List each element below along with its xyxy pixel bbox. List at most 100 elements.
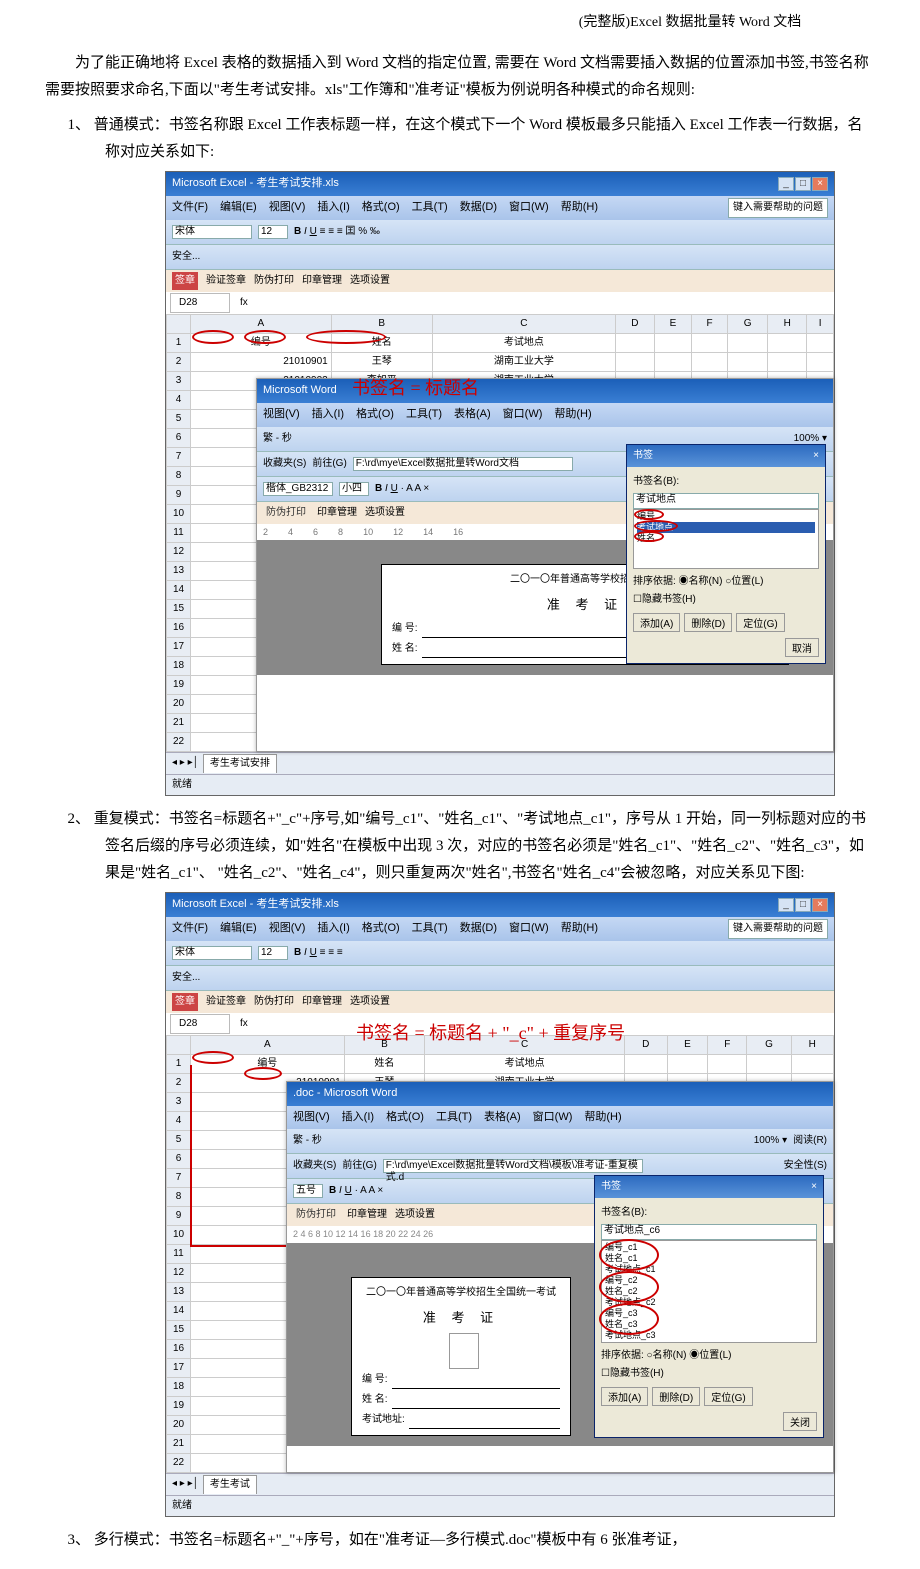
bm2-add[interactable]: 添加(A) <box>601 1387 648 1406</box>
m2-view[interactable]: 视图(V) <box>269 919 306 939</box>
bl1[interactable]: 姓名_c1 <box>605 1253 813 1264</box>
w2-sec[interactable]: 安全性(S) <box>784 1157 827 1175</box>
sig-stamp[interactable]: 签章 <box>172 272 198 290</box>
help2[interactable]: 键入需要帮助的问题 <box>728 919 828 939</box>
w1-sig1[interactable]: 防伪打印 <box>263 504 309 522</box>
s2-3[interactable]: 印章管理 <box>302 993 342 1011</box>
w1-format[interactable]: 格式(O) <box>356 405 394 425</box>
bm-list[interactable]: 编号 考试地点 姓名 <box>633 509 819 569</box>
c2-e[interactable]: E <box>667 1035 708 1054</box>
w2-i[interactable]: 插入(I) <box>342 1108 374 1128</box>
bm-i1[interactable]: 考试地点 <box>637 522 673 532</box>
bm2-hide[interactable]: 隐藏书签(H) <box>610 1368 664 1379</box>
w2-fav[interactable]: 收藏夹(S) <box>293 1157 336 1175</box>
minimize-button[interactable]: _ <box>778 177 794 191</box>
bm2-input[interactable]: 考试地点_c6 <box>601 1224 817 1240</box>
fs2[interactable]: 12 <box>258 946 288 960</box>
w1-fontsize[interactable]: 小四 <box>339 482 369 496</box>
col-b[interactable]: B <box>331 314 432 333</box>
col-i[interactable]: I <box>807 314 834 333</box>
m2-file[interactable]: 文件(F) <box>172 919 208 939</box>
sig-verify[interactable]: 验证签章 <box>206 272 246 290</box>
w1-window[interactable]: 窗口(W) <box>503 405 543 425</box>
m2-help[interactable]: 帮助(H) <box>561 919 598 939</box>
sig-print[interactable]: 防伪打印 <box>254 272 294 290</box>
bm-i2[interactable]: 姓名 <box>637 533 655 543</box>
bm-opt-name[interactable]: 名称(N) <box>689 576 723 587</box>
bm-cancel[interactable]: 取消 <box>785 638 819 657</box>
bm-add[interactable]: 添加(A) <box>633 613 680 632</box>
bm-hide[interactable]: 隐藏书签(H) <box>642 594 696 605</box>
col-h[interactable]: H <box>768 314 807 333</box>
c2-0[interactable] <box>167 1035 191 1054</box>
sig-options[interactable]: 选项设置 <box>350 272 390 290</box>
bl2[interactable]: 考试地点_c1 <box>605 1264 813 1275</box>
w1-path[interactable]: F:\rd\mye\Excel数据批量转Word文档 <box>353 457 573 471</box>
col-d[interactable]: D <box>615 314 654 333</box>
bm2-del[interactable]: 删除(D) <box>652 1387 700 1406</box>
w2-s2[interactable]: 印章管理 <box>347 1206 387 1224</box>
w2-f[interactable]: 格式(O) <box>386 1108 424 1128</box>
close-button[interactable]: × <box>812 177 828 191</box>
menu-edit[interactable]: 编辑(E) <box>220 198 257 218</box>
c2-a[interactable]: A <box>191 1035 345 1054</box>
w2-s3[interactable]: 选项设置 <box>395 1206 435 1224</box>
m2-tools[interactable]: 工具(T) <box>412 919 448 939</box>
w1-view[interactable]: 视图(V) <box>263 405 300 425</box>
bm2-close[interactable]: 关闭 <box>783 1412 817 1431</box>
max2[interactable]: □ <box>795 898 811 912</box>
close2[interactable]: × <box>812 898 828 912</box>
s2-2[interactable]: 防伪打印 <box>254 993 294 1011</box>
maximize-button[interactable]: □ <box>795 177 811 191</box>
c2-d[interactable]: D <box>625 1035 667 1054</box>
col-a[interactable]: A <box>191 314 332 333</box>
w1-insert[interactable]: 插入(I) <box>312 405 344 425</box>
c2-g[interactable]: G <box>747 1035 791 1054</box>
bm-go[interactable]: 定位(G) <box>736 613 784 632</box>
w2-t[interactable]: 工具(T) <box>436 1108 472 1128</box>
c2-h[interactable]: H <box>791 1035 834 1054</box>
bm-close-icon[interactable]: × <box>813 447 819 465</box>
bl0[interactable]: 编号_c1 <box>605 1242 813 1253</box>
s2-1[interactable]: 验证签章 <box>206 993 246 1011</box>
bl3[interactable]: 编号_c2 <box>605 1275 813 1286</box>
w1-tools[interactable]: 工具(T) <box>406 405 442 425</box>
bl5[interactable]: 考试地点_c2 <box>605 1297 813 1308</box>
w1-table[interactable]: 表格(A) <box>454 405 491 425</box>
m2-data[interactable]: 数据(D) <box>460 919 497 939</box>
s2-0[interactable]: 签章 <box>172 993 198 1011</box>
w2-w[interactable]: 窗口(W) <box>533 1108 573 1128</box>
fontsize-select[interactable]: 12 <box>258 225 288 239</box>
m2-window[interactable]: 窗口(W) <box>509 919 549 939</box>
sec2[interactable]: 安全... <box>172 969 200 987</box>
w1-fav[interactable]: 收藏夹(S) <box>263 455 306 473</box>
name-box[interactable]: D28 <box>170 293 230 313</box>
bl7[interactable]: 姓名_c3 <box>605 1319 813 1330</box>
w2-s1[interactable]: 防伪打印 <box>293 1206 339 1224</box>
s2-4[interactable]: 选项设置 <box>350 993 390 1011</box>
w2-tb[interactable]: 表格(A) <box>484 1108 521 1128</box>
bl6[interactable]: 编号_c3 <box>605 1308 813 1319</box>
bl8[interactable]: 考试地点_c3 <box>605 1330 813 1341</box>
menu-window[interactable]: 窗口(W) <box>509 198 549 218</box>
ref2[interactable]: D28 <box>170 1014 230 1034</box>
menu-tools[interactable]: 工具(T) <box>412 198 448 218</box>
bm2-op[interactable]: 位置(L) <box>699 1350 731 1361</box>
col-f[interactable]: F <box>692 314 728 333</box>
col-g[interactable]: G <box>727 314 767 333</box>
m2-edit[interactable]: 编辑(E) <box>220 919 257 939</box>
w2-fs[interactable]: 五号 <box>293 1184 323 1198</box>
w1-sig2[interactable]: 印章管理 <box>317 504 357 522</box>
w2-v[interactable]: 视图(V) <box>293 1108 330 1128</box>
col-corner[interactable] <box>167 314 191 333</box>
menu-help[interactable]: 帮助(H) <box>561 198 598 218</box>
bm2-go[interactable]: 定位(G) <box>704 1387 752 1406</box>
bm2-on[interactable]: 名称(N) <box>653 1350 687 1361</box>
w2-read[interactable]: 阅读(R) <box>793 1132 827 1150</box>
sheet-tab[interactable]: 考生考试安排 <box>203 754 277 773</box>
bm-i0[interactable]: 编号 <box>637 511 655 521</box>
w1-sig3[interactable]: 选项设置 <box>365 504 405 522</box>
menu-format[interactable]: 格式(O) <box>362 198 400 218</box>
menu-file[interactable]: 文件(F) <box>172 198 208 218</box>
bm2-list[interactable]: 编号_c1 姓名_c1 考试地点_c1 编号_c2 姓名_c2 考试地点_c2 … <box>601 1240 817 1343</box>
